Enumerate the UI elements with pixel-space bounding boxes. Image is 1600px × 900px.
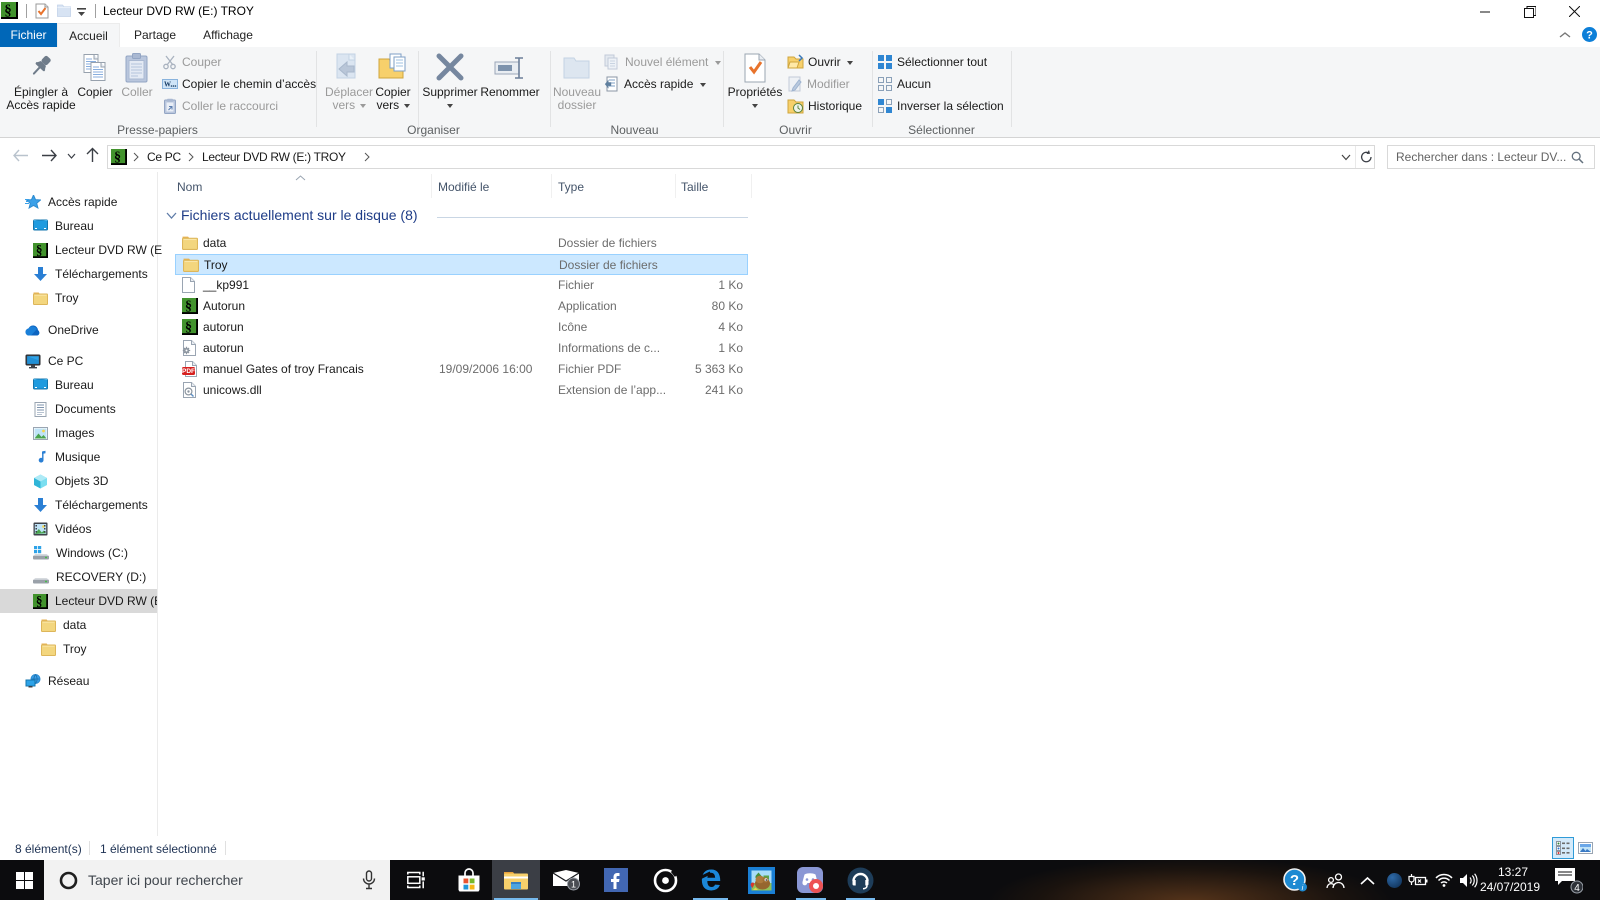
svg-text:4: 4 [1574,883,1580,894]
svg-text:W: W [164,81,171,89]
svg-text:§: § [185,298,192,314]
svg-text:?: ? [1289,872,1298,889]
svg-text:§: § [36,243,43,257]
svg-text:PDF: PDF [182,368,195,375]
svg-text:§: § [36,594,43,608]
svg-text:?: ? [1586,30,1593,42]
svg-text:§: § [114,149,121,165]
svg-text:1: 1 [571,880,576,890]
svg-text:§: § [185,319,192,335]
svg-text:§: § [4,3,12,19]
